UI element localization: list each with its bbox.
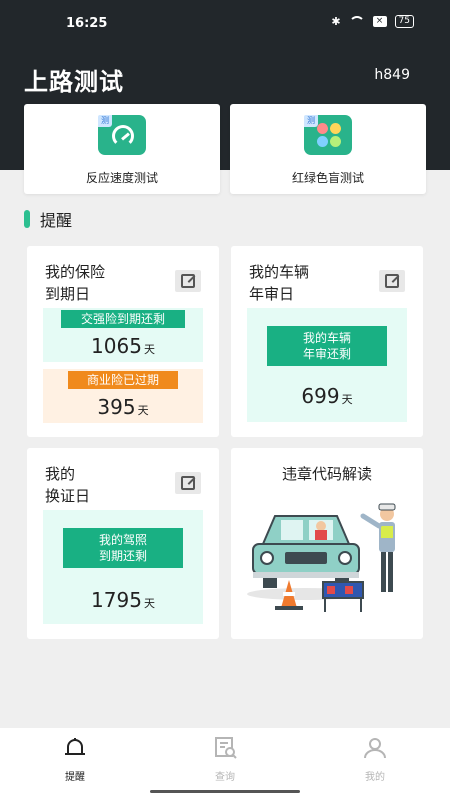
nav-tab-label: 提醒: [65, 772, 85, 783]
license-card-title: 我的 换证日: [45, 465, 91, 505]
violation-code-card[interactable]: 违章代码解读: [231, 448, 423, 639]
status-icons: ✱ × 75: [331, 15, 414, 28]
reaction-speed-test-label: 反应速度测试: [85, 171, 158, 185]
license-renewal-card[interactable]: 我的 换证日 我的驾照 到期还剩 1795 天: [27, 448, 219, 639]
nav-tab-label: 我的: [365, 772, 385, 783]
section-title: 提醒: [40, 211, 73, 230]
user-icon: [364, 738, 386, 759]
reaction-speed-test-card[interactable]: 测 反应速度测试: [24, 104, 220, 194]
vehicle-inspection-panel: 我的车辆 年审还剩 699 天: [247, 308, 407, 422]
section-marker: [24, 210, 30, 228]
compulsory-insurance-panel: 交强险到期还剩 1065 天: [43, 308, 203, 362]
page-title: 上路测试: [24, 68, 124, 96]
insurance-card-title: 我的保险 到期日: [45, 263, 106, 303]
compulsory-insurance-label: 交强险到期还剩: [61, 310, 185, 328]
status-time: 16:25: [66, 16, 108, 31]
license-renewal-days: 1795 天: [91, 588, 155, 612]
vehicle-inspection-days: 699 天: [301, 384, 353, 408]
nav-tab-query[interactable]: 查询: [190, 736, 260, 783]
nav-tab-profile[interactable]: 我的: [340, 736, 410, 783]
reminder-section-header: 提醒: [24, 207, 72, 231]
test-badge: 测: [304, 115, 318, 127]
commercial-insurance-days: 395 天: [97, 395, 149, 419]
license-renewal-label: 我的驾照 到期还剩: [63, 528, 183, 568]
color-blind-test-card[interactable]: 测 红绿色盲测试: [230, 104, 426, 194]
battery-icon: 75: [394, 15, 414, 28]
vehicle-card-title: 我的车辆 年审日: [249, 263, 310, 303]
search-document-icon: [215, 737, 237, 759]
license-renewal-panel: 我的驾照 到期还剩 1795 天: [43, 510, 203, 624]
commercial-insurance-panel: 商业险已过期 395 天: [43, 369, 203, 423]
nav-tab-reminder[interactable]: 提醒: [40, 736, 110, 783]
color-petals-icon: 测: [304, 115, 352, 155]
commercial-insurance-label: 商业险已过期: [68, 371, 178, 389]
status-bar: 16:25 ✱ × 75: [0, 12, 450, 36]
home-indicator: [150, 790, 300, 793]
vehicle-inspection-label: 我的车辆 年审还剩: [267, 326, 387, 366]
test-badge: 测: [98, 115, 112, 127]
edit-license-button[interactable]: [175, 472, 201, 494]
vehicle-inspection-card[interactable]: 我的车辆 年审日 我的车辆 年审还剩 699 天: [231, 246, 423, 437]
insurance-expiry-card[interactable]: 我的保险 到期日 交强险到期还剩 1065 天 商业险已过期 395 天: [27, 246, 219, 437]
traffic-police-car-illustration: [247, 503, 396, 612]
nav-tab-label: 查询: [215, 772, 235, 783]
color-blind-test-label: 红绿色盲测试: [291, 171, 364, 185]
user-id: h849: [374, 67, 410, 83]
bell-icon: [65, 738, 85, 755]
wifi-icon: [348, 15, 365, 28]
edit-vehicle-button[interactable]: [379, 270, 405, 292]
edit-insurance-button[interactable]: [175, 270, 201, 292]
bluetooth-icon: ✱: [331, 15, 341, 28]
speedometer-icon: 测: [98, 115, 146, 155]
notification-icon: ×: [372, 16, 387, 27]
violation-card-title: 违章代码解读: [281, 465, 372, 483]
compulsory-insurance-days: 1065 天: [91, 334, 155, 358]
